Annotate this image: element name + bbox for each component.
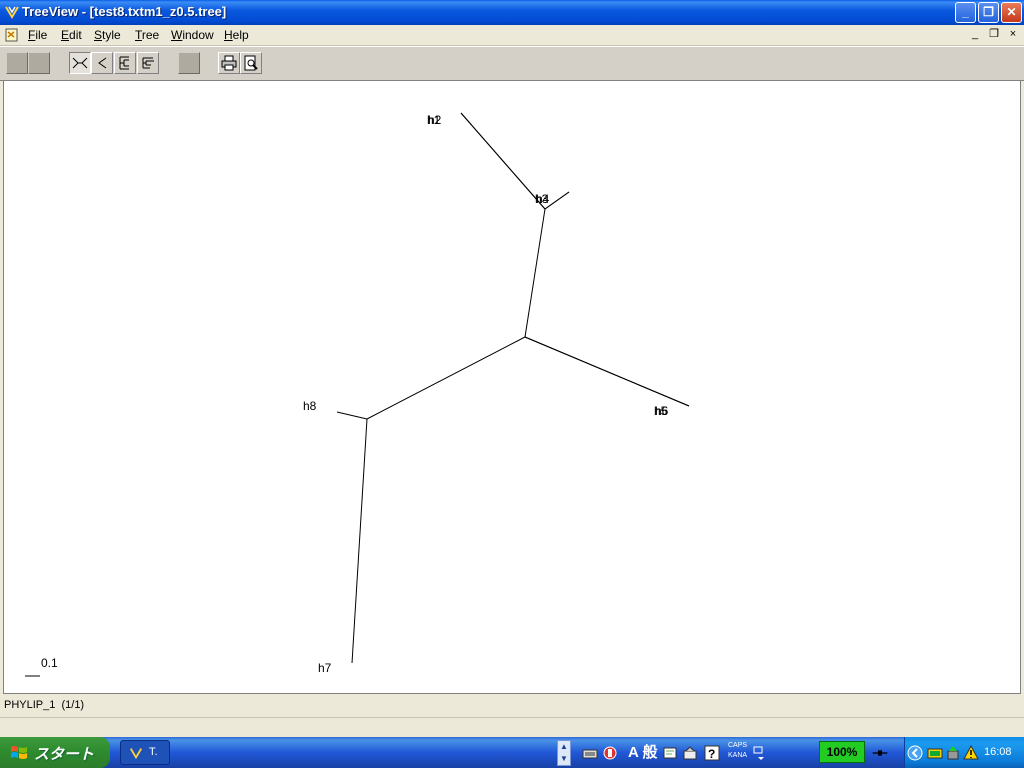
tray-expand-icon[interactable] [907, 745, 923, 761]
status-bar: PHYLIP_1 (1/1) [0, 696, 1024, 716]
leaf-label-h4: h4 [536, 192, 550, 206]
menu-tree-label: ree [141, 28, 160, 42]
language-bar-scroll[interactable]: ▲ ▼ [557, 740, 571, 766]
menu-file[interactable]: File [28, 28, 47, 42]
leaf-label-h2: h2 [428, 113, 442, 127]
caps-indicator: CAPS [728, 742, 748, 749]
toolbar [0, 46, 1024, 81]
print-button[interactable] [218, 52, 240, 74]
menu-style-key: S [94, 28, 103, 42]
mdi-minimize-button[interactable]: _ [968, 28, 982, 41]
slanted-cladogram-icon [98, 57, 107, 69]
security-alert-icon[interactable] [963, 745, 979, 761]
minimize-button[interactable]: _ [955, 2, 976, 23]
menu-edit[interactable]: Edit [61, 28, 82, 42]
printer-icon [221, 55, 237, 71]
branch-h8 [336, 411, 368, 420]
print-preview-button[interactable] [240, 52, 262, 74]
menu-help-label: elp [232, 28, 249, 42]
menu-help-key: H [224, 28, 233, 42]
branch-internal-upper [524, 208, 546, 338]
treeview-app-icon[interactable] [4, 4, 20, 20]
phylogram-button[interactable] [137, 52, 159, 74]
tools-icon[interactable] [682, 745, 698, 761]
menu-bar: File Edit Style Tree Window Help _ ❐ × [0, 25, 1024, 46]
dictionary-icon[interactable] [662, 745, 678, 761]
tree-drawing[interactable]: h1 h2 h3 h4 h5 h6 h7 h8 0.1 [4, 81, 1020, 693]
mdi-close-button[interactable]: × [1006, 28, 1020, 41]
scale-label: 0.1 [41, 656, 58, 670]
document-icon[interactable] [5, 28, 19, 42]
clock[interactable]: 16:08 [984, 746, 1012, 758]
toolbar-blank-button-3[interactable] [178, 52, 200, 74]
windows-flag-icon [11, 746, 27, 759]
tree-canvas[interactable]: h1 h2 h3 h4 h5 h6 h7 h8 0.1 [3, 80, 1021, 694]
ime-mode-indicator[interactable]: A 般 [628, 741, 657, 762]
branch-h6 [524, 336, 690, 407]
restore-language-bar-icon[interactable] [752, 745, 768, 761]
status-text: PHYLIP_1 (1/1) [4, 699, 85, 711]
menu-help[interactable]: Help [224, 28, 249, 42]
rectangular-cladogram-icon [119, 56, 129, 70]
window-title: TreeView - [test8.txtm1_z0.5.tree] [22, 4, 227, 19]
menu-style-label: tyle [102, 28, 121, 42]
unrooted-tree-icon [72, 57, 88, 69]
caps-kana-indicator: CAPS KANA [728, 741, 747, 761]
menu-tree-key: T [135, 28, 142, 42]
toolbar-blank-button-1[interactable] [6, 52, 28, 74]
branch-h2 [460, 112, 546, 210]
menu-window-label: indow [182, 28, 214, 42]
battery-indicator[interactable]: 100% [819, 741, 865, 763]
leaf-label-h8: h8 [303, 399, 317, 413]
menu-window-key: W [171, 28, 183, 42]
keyboard-icon[interactable] [582, 745, 598, 761]
slanted-cladogram-button[interactable] [91, 52, 113, 74]
svg-text:?: ? [708, 747, 715, 761]
toolbar-blank-button-2[interactable] [28, 52, 50, 74]
menu-edit-label: dit [69, 28, 82, 42]
menu-style[interactable]: Style [94, 28, 121, 42]
leaf-label-h6: h6 [655, 404, 669, 418]
phylogram-icon [142, 57, 154, 69]
taskbar-treeview-label: T. [149, 746, 158, 758]
power-plug-icon[interactable] [872, 745, 888, 761]
print-preview-icon [244, 55, 258, 71]
network-icon[interactable] [927, 745, 943, 761]
taskbar: スタート T. ▲ ▼ A 般 ? CAPS KANA 100% 16:08 [0, 737, 1024, 768]
start-label: スタート [34, 746, 95, 763]
mdi-restore-button[interactable]: ❐ [987, 28, 1001, 41]
start-button[interactable]: スタート [0, 737, 110, 768]
menu-tree[interactable]: Tree [135, 28, 159, 42]
ime-pad-icon[interactable] [602, 745, 618, 761]
kana-indicator: KANA [728, 752, 748, 759]
help-icon[interactable]: ? [704, 745, 720, 761]
menu-edit-key: E [61, 28, 70, 42]
taskbar-treeview-button[interactable]: T. [120, 740, 170, 765]
branch-h7 [351, 418, 368, 664]
branch-internal-lower [366, 336, 526, 420]
menu-window[interactable]: Window [171, 28, 214, 42]
unrooted-tree-button[interactable] [69, 52, 91, 74]
close-button[interactable]: ✕ [1001, 2, 1022, 23]
title-bar[interactable]: TreeView - [test8.txtm1_z0.5.tree] _ ❐ ✕ [0, 0, 1024, 25]
safely-remove-hardware-icon[interactable] [945, 745, 961, 761]
rectangular-cladogram-button[interactable] [114, 52, 136, 74]
leaf-label-h7: h7 [318, 661, 332, 675]
treeview-task-icon [129, 748, 143, 760]
maximize-button[interactable]: ❐ [978, 2, 999, 23]
secondary-status-bar [0, 717, 1024, 738]
menu-file-label: ile [35, 28, 48, 42]
